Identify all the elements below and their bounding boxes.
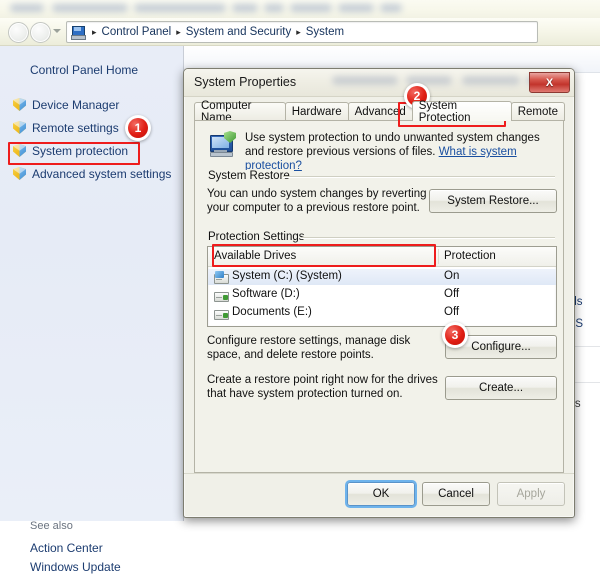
column-header-protection: Protection [444, 250, 496, 262]
annotation-badge-3-number: 3 [445, 325, 465, 345]
sidebar-item-label: Advanced system settings [32, 166, 172, 181]
tab-hardware[interactable]: Hardware [284, 102, 349, 121]
breadcrumb-separator: ▸ [92, 26, 97, 37]
control-panel-home-link[interactable]: Control Panel Home [30, 63, 138, 77]
navigation-pane: Control Panel Home Device Manager Remote… [0, 46, 184, 574]
breadcrumb-separator: ▸ [176, 26, 181, 37]
see-also-link-action-center[interactable]: Action Center [30, 541, 103, 555]
tab-strip: Computer Name Hardware Advanced System P… [194, 100, 565, 124]
configure-description: Configure restore settings, manage disk … [207, 335, 411, 361]
create-description: Create a restore point right now for the… [207, 374, 438, 400]
breadcrumb-item-system-and-security[interactable]: System and Security [186, 26, 291, 38]
chevron-down-icon[interactable] [53, 29, 61, 33]
sidebar-item-label: Remote settings [32, 120, 119, 135]
table-row[interactable]: Documents (E:) Off [208, 305, 556, 321]
drive-protection-status: On [444, 270, 460, 282]
system-properties-dialog: System Properties X Computer Name Hardwa… [183, 68, 575, 518]
intro-text: Use system protection to undo unwanted s… [245, 131, 549, 173]
tab-computer-name[interactable]: Computer Name [194, 100, 286, 124]
breadcrumb-item-system[interactable]: System [306, 26, 344, 38]
shield-icon [13, 167, 26, 180]
close-icon[interactable]: X [529, 72, 570, 93]
sidebar-item-advanced-system-settings[interactable]: Advanced system settings [13, 165, 171, 182]
breadcrumb-item-control-panel[interactable]: Control Panel [102, 26, 172, 38]
tab-advanced[interactable]: Advanced [347, 102, 413, 121]
annotation-badge-1: 1 [125, 115, 151, 141]
breadcrumb: ▸ Control Panel ▸ System and Security ▸ … [71, 24, 344, 40]
tab-system-protection[interactable]: System Protection [411, 100, 512, 124]
drive-protection-status: Off [444, 288, 460, 300]
sidebar-item-device-manager[interactable]: Device Manager [13, 96, 119, 113]
system-restore-button[interactable]: System Restore... [429, 189, 557, 213]
drive-protection-status: Off [444, 306, 460, 318]
dialog-title: System Properties [194, 75, 297, 89]
shield-icon [13, 121, 26, 134]
drive-icon [214, 307, 229, 320]
drive-name: Software (D:) [232, 288, 300, 300]
available-drives-list[interactable]: Available Drives Protection System (C:) … [207, 246, 557, 327]
sidebar-item-remote-settings[interactable]: Remote settings [13, 119, 119, 136]
column-header-available-drives: Available Drives [214, 250, 297, 262]
computer-icon [71, 25, 86, 40]
tab-page-system-protection: Use system protection to undo unwanted s… [194, 120, 564, 473]
system-drive-icon [214, 271, 229, 284]
tab-remote[interactable]: Remote [510, 102, 565, 121]
annotation-badge-3: 3 [442, 322, 468, 348]
group-label-protection-settings: Protection Settings [204, 231, 309, 243]
annotation-badge-1-number: 1 [128, 118, 148, 138]
table-row[interactable]: System (C:) (System) On [208, 269, 556, 285]
group-label-system-restore: System Restore [204, 170, 294, 182]
cancel-button[interactable]: Cancel [422, 482, 490, 506]
shield-icon [13, 144, 26, 157]
create-button[interactable]: Create... [445, 376, 557, 400]
shield-icon [13, 98, 26, 111]
blurred-title-bar [0, 0, 600, 18]
sidebar-item-label: Device Manager [32, 97, 120, 112]
drive-name: System (C:) (System) [232, 270, 342, 282]
system-protection-icon [207, 131, 237, 158]
see-also-link-windows-update[interactable]: Windows Update [30, 560, 121, 574]
table-row[interactable]: Software (D:) Off [208, 287, 556, 303]
sidebar-item-system-protection[interactable]: System protection [13, 142, 128, 159]
see-also-heading: See also [30, 520, 73, 532]
dialog-title-bar[interactable]: System Properties X [184, 69, 574, 97]
list-header: Available Drives Protection [208, 247, 556, 267]
forward-arrow-icon[interactable] [30, 22, 51, 43]
drive-name: Documents (E:) [232, 306, 312, 318]
drive-icon [214, 289, 229, 302]
breadcrumb-separator: ▸ [296, 26, 301, 37]
system-restore-description: You can undo system changes by reverting… [207, 188, 427, 214]
sidebar-item-label: System protection [32, 143, 129, 158]
breadcrumb-bar[interactable]: ▸ Control Panel ▸ System and Security ▸ … [66, 21, 538, 43]
back-arrow-icon[interactable] [8, 22, 29, 43]
apply-button: Apply [497, 482, 565, 506]
address-bar: ▸ Control Panel ▸ System and Security ▸ … [0, 18, 600, 46]
ok-button[interactable]: OK [347, 482, 415, 506]
